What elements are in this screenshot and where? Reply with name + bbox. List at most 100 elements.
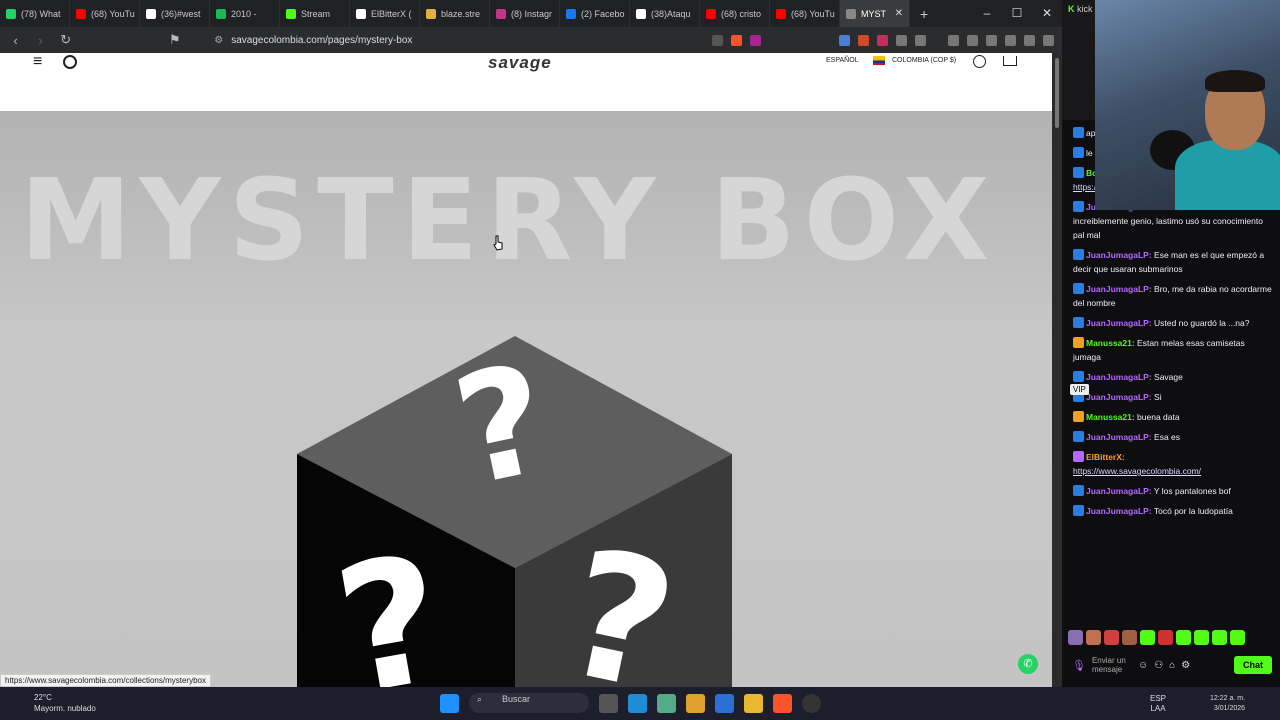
photos-icon[interactable] bbox=[657, 693, 676, 713]
browser-tab[interactable]: (38)Ataqu bbox=[630, 0, 700, 27]
emote-icon[interactable] bbox=[1122, 630, 1137, 645]
new-tab-icon[interactable]: + bbox=[910, 6, 938, 22]
browser-tab[interactable]: 2010 - bbox=[210, 0, 280, 27]
whatsapp-button[interactable]: ✆ bbox=[1018, 654, 1038, 674]
reload-icon[interactable]: ↻ bbox=[56, 32, 75, 48]
browser-tab[interactable]: (68) YouTu bbox=[770, 0, 840, 27]
chat-username[interactable]: JuanJumagaLP: bbox=[1086, 506, 1152, 516]
browser-tab[interactable]: (68) cristo bbox=[700, 0, 770, 27]
puzzle-icon[interactable] bbox=[896, 34, 907, 46]
site-logo[interactable]: savage bbox=[488, 53, 552, 73]
browser-tab[interactable]: Stream bbox=[280, 0, 350, 27]
cart-icon[interactable] bbox=[1003, 56, 1017, 66]
close-tab-icon[interactable]: ✕ bbox=[895, 8, 903, 19]
chat-username[interactable]: ElBitterX: bbox=[1086, 452, 1125, 462]
sidebar-icon[interactable] bbox=[967, 34, 978, 46]
browser-tab[interactable]: blaze.stre bbox=[420, 0, 490, 27]
emote-icon[interactable] bbox=[1086, 630, 1101, 645]
share-icon[interactable] bbox=[712, 34, 723, 46]
users-icon[interactable]: ⚇ bbox=[1154, 660, 1163, 671]
currency-selector[interactable]: COLOMBIA (COP $) bbox=[892, 57, 956, 64]
taskbar-search[interactable]: ⌕ Buscar bbox=[469, 693, 589, 713]
kick-tab[interactable]: K kick bbox=[1068, 4, 1093, 14]
mystery-box-hero[interactable]: MYSTERY BOX ? ? ? bbox=[0, 111, 1052, 687]
forward-icon[interactable]: › bbox=[31, 33, 50, 48]
obs-icon[interactable] bbox=[802, 693, 821, 713]
browser-tab[interactable]: ElBitterX ( bbox=[350, 0, 420, 27]
chat-username[interactable]: JuanJumagaLP: bbox=[1086, 486, 1152, 496]
emote-icon[interactable] bbox=[1158, 630, 1173, 645]
media-icon[interactable] bbox=[948, 34, 959, 46]
screenshot-icon[interactable] bbox=[915, 34, 926, 46]
chat-username[interactable]: Manussa21: bbox=[1086, 412, 1135, 422]
chat-username[interactable]: Manussa21: bbox=[1086, 338, 1135, 348]
tab-favicon-icon bbox=[706, 8, 716, 19]
chat-send-button[interactable]: Chat bbox=[1234, 656, 1272, 674]
web-page: ≡ savage ESPAÑOL COLOMBIA (COP $) MYSTER… bbox=[0, 53, 1052, 687]
brave-icon[interactable] bbox=[773, 693, 792, 713]
browser-tab[interactable]: (36)#west bbox=[140, 0, 210, 27]
account-icon[interactable] bbox=[973, 55, 986, 68]
extension-icon[interactable] bbox=[858, 34, 869, 46]
emote-icon[interactable] bbox=[1140, 630, 1155, 645]
settings-gear-icon[interactable]: ⚙ bbox=[1181, 660, 1190, 671]
page-scrollbar[interactable] bbox=[1052, 53, 1062, 687]
emoji-icon[interactable]: ☺ bbox=[1138, 660, 1148, 671]
brave-rewards-icon[interactable] bbox=[750, 34, 761, 46]
vpn-icon[interactable] bbox=[1024, 34, 1035, 46]
task-view-icon[interactable] bbox=[599, 693, 618, 713]
leo-icon[interactable] bbox=[1005, 34, 1016, 46]
menu-icon[interactable] bbox=[1043, 34, 1054, 46]
file-explorer-icon[interactable] bbox=[744, 693, 763, 713]
vip-tooltip: VIP bbox=[1070, 384, 1089, 395]
microphone-icon[interactable]: 🎙 bbox=[1072, 659, 1086, 672]
clock[interactable]: 12:22 a. m. 3/01/2026 bbox=[1210, 694, 1245, 714]
language-indicator[interactable]: ESP LAA bbox=[1150, 694, 1166, 714]
browser-tab[interactable]: (78) What bbox=[0, 0, 70, 27]
bookmark-icon[interactable]: ⚑ bbox=[165, 32, 184, 48]
chat-link[interactable]: https://www.savagecolombia.com/ bbox=[1073, 466, 1201, 476]
chat-message-input[interactable]: Enviar un mensaje bbox=[1092, 656, 1132, 674]
user-badge-icon bbox=[1073, 249, 1084, 260]
store-icon[interactable]: ⌂ bbox=[1169, 660, 1175, 671]
back-icon[interactable]: ‹ bbox=[6, 33, 25, 48]
browser-tab-bar: (78) What (68) YouTu (36)#west 2010 - Stream… bbox=[0, 0, 1062, 27]
language-selector[interactable]: ESPAÑOL bbox=[826, 57, 859, 64]
hamburger-menu-icon[interactable]: ≡ bbox=[33, 53, 42, 71]
windows-start-icon[interactable] bbox=[440, 693, 459, 713]
chat-username[interactable]: JuanJumagaLP: bbox=[1086, 250, 1152, 260]
search-icon: ⌕ bbox=[477, 693, 483, 704]
emote-icon[interactable] bbox=[1230, 630, 1245, 645]
browser-tab[interactable]: (68) YouTu bbox=[70, 0, 140, 27]
brave-shield-icon[interactable] bbox=[731, 34, 742, 46]
edge-icon[interactable] bbox=[628, 693, 647, 713]
scrollbar-thumb[interactable] bbox=[1055, 58, 1059, 128]
mouse-cursor-icon bbox=[493, 235, 503, 251]
weather-widget[interactable]: 22°C Mayorm. nublado bbox=[12, 692, 96, 714]
site-info-icon[interactable]: ⚙ bbox=[214, 35, 223, 46]
chat-username[interactable]: JuanJumagaLP: bbox=[1086, 432, 1152, 442]
maximize-icon[interactable]: ☐ bbox=[1002, 0, 1032, 27]
emote-icon[interactable] bbox=[1068, 630, 1083, 645]
chat-username[interactable]: JuanJumagaLP: bbox=[1086, 284, 1152, 294]
browser-tab[interactable]: (8) Instagr bbox=[490, 0, 560, 27]
chrome-icon[interactable] bbox=[686, 693, 705, 713]
chat-username[interactable]: JuanJumagaLP: bbox=[1086, 392, 1152, 402]
emote-icon[interactable] bbox=[1104, 630, 1119, 645]
close-window-icon[interactable]: ✕ bbox=[1032, 0, 1062, 27]
chat-username[interactable]: JuanJumagaLP: bbox=[1086, 372, 1152, 382]
browser-tab[interactable]: MYST ✕ bbox=[840, 0, 910, 27]
emote-icon[interactable] bbox=[1194, 630, 1209, 645]
wallet-icon[interactable] bbox=[986, 34, 997, 46]
emote-icon[interactable] bbox=[1212, 630, 1227, 645]
chat-message: JuanJumagaLP: Savage bbox=[1073, 370, 1274, 384]
emote-icon[interactable] bbox=[1176, 630, 1191, 645]
chat-username[interactable]: JuanJumagaLP: bbox=[1086, 318, 1152, 328]
url-field[interactable]: ⚙ savagecolombia.com/pages/mystery-box bbox=[206, 30, 712, 50]
translate-icon[interactable] bbox=[839, 34, 850, 46]
search-icon[interactable] bbox=[63, 55, 77, 69]
store-icon[interactable] bbox=[715, 693, 734, 713]
browser-tab[interactable]: (2) Facebo bbox=[560, 0, 630, 27]
extension-icon[interactable] bbox=[877, 34, 888, 46]
minimize-icon[interactable]: – bbox=[972, 0, 1002, 27]
